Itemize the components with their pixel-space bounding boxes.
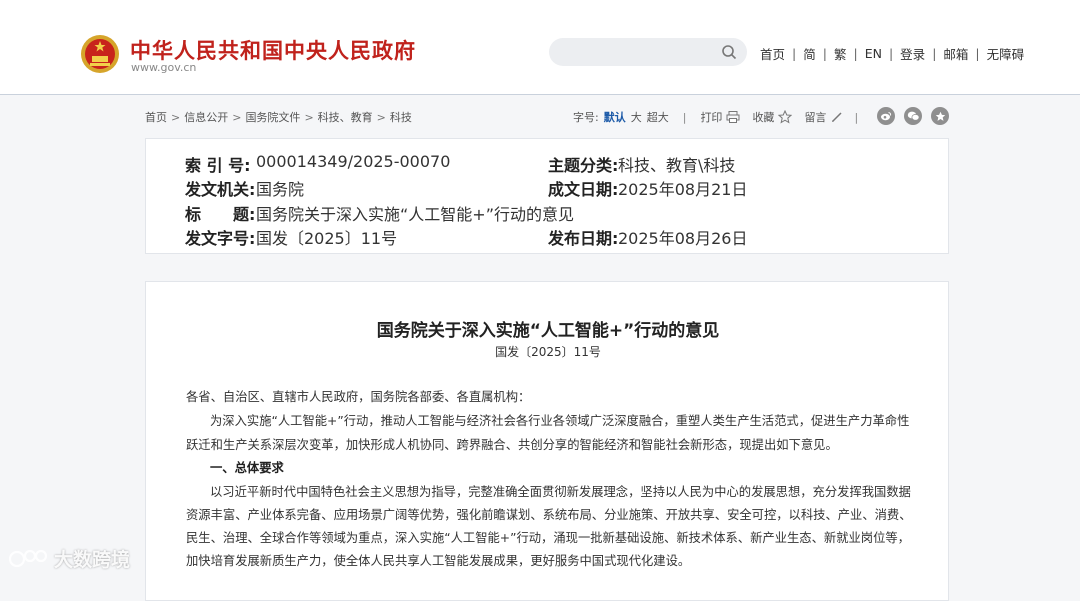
nav-simplified[interactable]: 简 (803, 44, 816, 63)
issuer-value: 国务院 (256, 180, 305, 199)
nav-separator: | (975, 46, 980, 61)
document-metadata: 索 引 号: 000014349/2025-00070 主题分类: 科技、教育\… (145, 138, 949, 254)
weibo-share-button[interactable] (877, 107, 895, 125)
search-icon[interactable] (721, 44, 737, 60)
weibo-icon (881, 112, 892, 121)
nav-home[interactable]: 首页 (760, 44, 785, 63)
breadcrumb-state-council-docs[interactable]: 国务院文件 (245, 111, 300, 124)
top-navigation: 首页 | 简 | 繁 | EN | 登录 | 邮箱 | 无障碍 (760, 44, 1024, 63)
written-date-label: 成文日期: (548, 180, 619, 199)
breadcrumb-arrow: > (376, 111, 386, 124)
published-date-label: 发布日期: (548, 229, 619, 248)
favorite-button[interactable]: 收藏 (752, 109, 774, 125)
index-number-value: 000014349/2025-00070 (256, 152, 451, 171)
nav-traditional[interactable]: 繁 (834, 44, 847, 63)
nav-login[interactable]: 登录 (900, 44, 925, 63)
article-tools: 字号: 默认 大 超大 | 打印 收藏 留言 | (573, 109, 868, 125)
topic-value: 科技、教育\科技 (618, 156, 736, 175)
document-title: 国务院关于深入实施“人工智能+”行动的意见 (376, 321, 720, 341)
nav-english[interactable]: EN (865, 46, 882, 61)
watermark-logo-icon (8, 549, 48, 567)
topic-label: 主题分类: (548, 156, 619, 175)
star-share-icon (935, 111, 945, 121)
national-emblem-icon[interactable] (80, 34, 120, 74)
wechat-share-button[interactable] (904, 107, 922, 125)
breadcrumb: 首页 > 信息公开 > 国务院文件 > 科技、教育 > 科技 (145, 109, 412, 125)
doc-number-label: 发文字号: (185, 229, 256, 248)
font-size-default[interactable]: 默认 (604, 109, 626, 125)
share-bar (877, 107, 958, 125)
print-button[interactable]: 打印 (700, 109, 722, 125)
breadcrumb-home[interactable]: 首页 (145, 111, 167, 124)
breadcrumb-arrow: > (171, 111, 181, 124)
published-date-value: 2025年08月26日 (618, 229, 748, 248)
doc-number-value: 国发〔2025〕11号 (256, 229, 398, 248)
font-size-large[interactable]: 大 (631, 109, 642, 125)
comment-button[interactable]: 留言 (804, 109, 826, 125)
breadcrumb-arrow: > (232, 111, 242, 124)
written-date-value: 2025年08月21日 (618, 180, 748, 199)
issuer-label: 发文机关: (185, 180, 256, 199)
site-header: 中华人民共和国中央人民政府 www.gov.cn 首页 | 简 | 繁 | EN… (0, 0, 1080, 95)
document-number: 国发〔2025〕11号 (495, 345, 601, 359)
nav-accessibility[interactable]: 无障碍 (987, 44, 1025, 63)
section1-line-1: 以习近平新时代中国特色社会主义思想为指导，完整准确全面贯彻新发展理念，坚持以人民… (210, 485, 911, 499)
watermark: 大数跨境 (8, 545, 130, 572)
nav-separator: | (853, 46, 858, 61)
star-icon[interactable] (778, 110, 793, 124)
document-body: 国务院关于深入实施“人工智能+”行动的意见 国发〔2025〕11号 各省、自治区… (145, 281, 949, 601)
title-label: 标 题: (185, 205, 256, 224)
site-url: www.gov.cn (131, 61, 197, 74)
tools-divider: | (682, 110, 687, 124)
section1-line-2: 资源丰富、产业体系完备、应用场景广阔等优势，强化前瞻谋划、系统布局、分业施策、开… (186, 508, 912, 522)
tools-divider: | (854, 110, 859, 124)
breadcrumb-sci-edu[interactable]: 科技、教育 (318, 111, 373, 124)
intro-line-2: 跃迁和生产关系深层次变革，加快形成人机协同、跨界融合、共创分享的智能经济和智能社… (186, 438, 838, 452)
font-size-xlarge[interactable]: 超大 (647, 109, 669, 125)
nav-mailbox[interactable]: 邮箱 (943, 44, 968, 63)
breadcrumb-info[interactable]: 信息公开 (184, 111, 228, 124)
breadcrumb-arrow: > (304, 111, 314, 124)
section1-line-3: 民生、治理、全球合作等领域为重点，深入实施“人工智能+”行动，涌现一批新基础设施… (186, 531, 910, 545)
title-value: 国务院关于深入实施“人工智能+”行动的意见 (256, 205, 574, 224)
nav-separator: | (822, 46, 827, 61)
nav-separator: | (932, 46, 937, 61)
font-size-label: 字号: (573, 111, 599, 124)
breadcrumb-tech[interactable]: 科技 (390, 111, 412, 124)
section-heading: 一、总体要求 (210, 461, 284, 475)
nav-separator: | (792, 46, 797, 61)
favorite-share-button[interactable] (931, 107, 949, 125)
nav-separator: | (888, 46, 894, 61)
printer-icon[interactable] (726, 110, 740, 124)
index-number-label: 索 引 号: (185, 156, 251, 175)
section1-line-4: 加快培育发展新质生产力，使全体人民共享人工智能发展成果，更好服务中国式现代化建设… (186, 554, 691, 568)
salutation: 各省、自治区、直辖市人民政府，国务院各部委、各直属机构： (186, 390, 531, 404)
watermark-text: 大数跨境 (54, 549, 131, 571)
intro-line-1: 为深入实施“人工智能+”行动，推动人工智能与经济社会各行业各领域广泛深度融合，重… (210, 414, 910, 428)
wechat-icon (907, 111, 919, 121)
pencil-icon[interactable] (830, 110, 844, 124)
search-input[interactable] (549, 38, 747, 66)
